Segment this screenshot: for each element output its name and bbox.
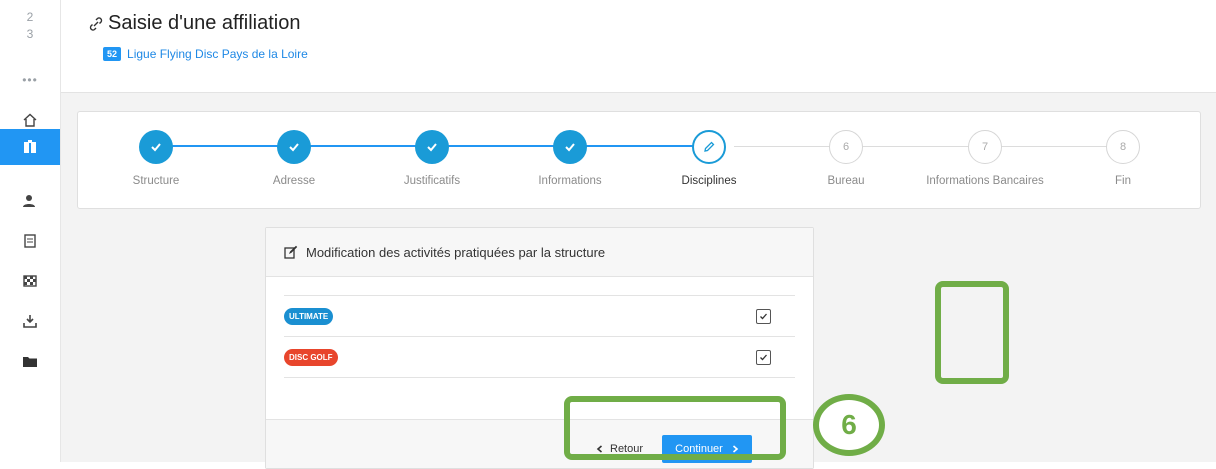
nav-documents[interactable] [0,223,60,259]
org-badge: 52 [103,47,122,61]
step-justificatifs-circle[interactable] [415,130,449,164]
step-adresse-circle[interactable] [277,130,311,164]
step-bancaires-circle[interactable]: 7 [968,130,1002,164]
step-informations-circle[interactable] [553,130,587,164]
page-title-text: Saisie d'une affiliation [108,12,301,34]
discipline-tag: ULTIMATE [284,307,334,325]
discipline-row: DISC GOLF [284,336,795,378]
step-label: Disciplines [681,175,737,187]
buttons-highlight [564,396,786,460]
download-icon [23,315,37,328]
folder-icon [23,357,37,367]
step-label: Informations Bancaires [926,175,1044,187]
step-label: Bureau [827,175,865,187]
discipline-checkbox[interactable] [756,349,771,365]
sidebar: 2 3 ••• [0,0,61,462]
check-icon [760,354,767,360]
panel-header: Modification des activités pratiquées pa… [266,228,813,277]
nav-downloads[interactable] [0,303,60,339]
panel-title: Modification des activités pratiquées pa… [306,244,606,260]
step-disciplines-circle[interactable] [692,130,726,164]
pencil-icon [704,141,715,152]
page-header: Saisie d'une affiliation 52 Ligue Flying… [61,0,1216,93]
discipline-checkbox[interactable] [756,308,771,324]
check-icon [427,143,437,152]
step-label: Justificatifs [403,175,461,187]
nav-files[interactable] [0,343,60,379]
check-icon [151,143,161,152]
nav-users[interactable] [0,183,60,219]
edit-icon [284,245,298,259]
step-label: Fin [1115,175,1131,187]
check-icon [760,313,767,319]
step-label: Adresse [272,175,316,187]
nav-structures[interactable] [0,129,60,165]
step-label: Informations [538,175,602,187]
checkered-flag-icon [23,275,37,287]
discipline-row: ULTIMATE [284,295,795,336]
building-icon [24,140,36,153]
home-icon [23,113,37,127]
step-fin-circle[interactable]: 8 [1106,130,1140,164]
stepper: Structure Adresse Justificatifs Informat… [77,111,1201,209]
sidebar-number: 2 [26,10,34,24]
step-structure-circle[interactable] [139,130,173,164]
document-icon [24,234,36,248]
users-icon [23,195,35,207]
more-icon[interactable]: ••• [0,73,60,87]
org-breadcrumb: 52 Ligue Flying Disc Pays de la Loire [103,47,308,61]
discipline-tag: DISC GOLF [284,348,338,366]
page-title: Saisie d'une affiliation [88,12,300,35]
checkbox-highlight [935,281,1009,384]
step-label: Structure [132,175,180,187]
nav-competitions[interactable] [0,263,60,299]
org-link[interactable]: Ligue Flying Disc Pays de la Loire [127,47,308,61]
link-icon [89,16,103,31]
sidebar-number: 3 [26,27,34,41]
check-icon [289,143,299,152]
step-bureau-circle[interactable]: 6 [829,130,863,164]
stepper-remaining-line [734,146,1134,147]
check-icon [565,143,575,152]
step-number-callout: 6 [813,394,885,456]
